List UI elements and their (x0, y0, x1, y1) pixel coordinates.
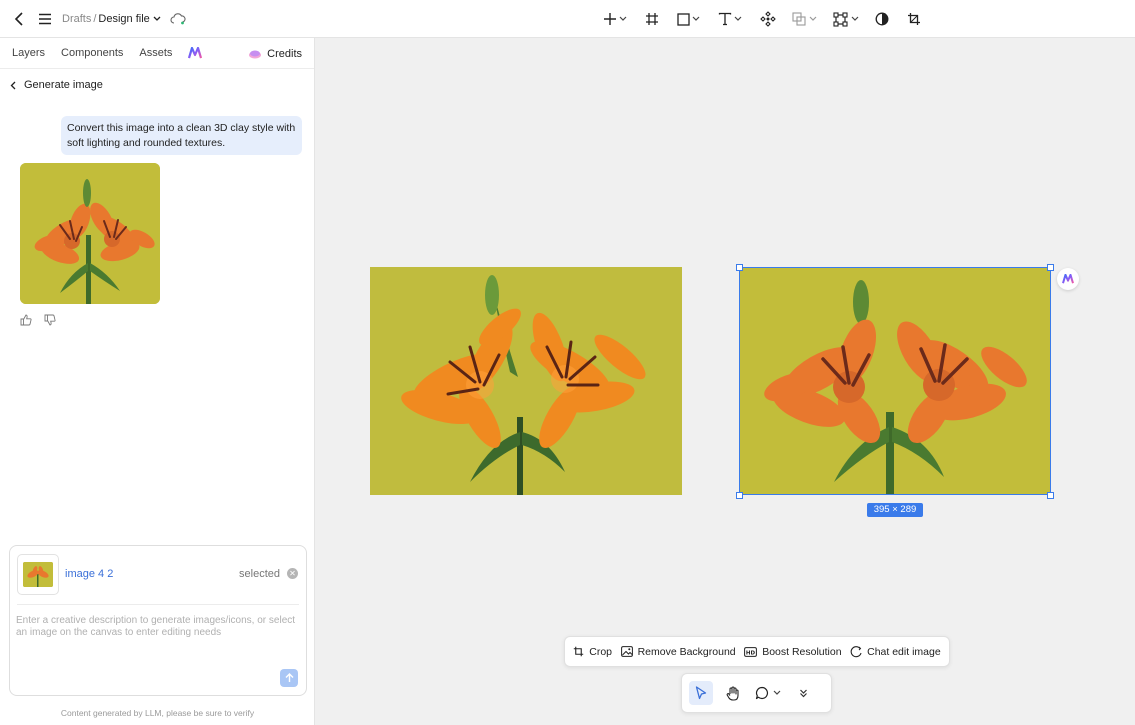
hd-icon: HD (744, 646, 758, 657)
ai-logo-icon (188, 46, 203, 59)
top-bar-left: Drafts / Design file (10, 0, 187, 38)
crop-button[interactable]: Crop (573, 646, 612, 658)
selected-status-label: selected (239, 568, 280, 580)
tab-components[interactable]: Components (61, 47, 123, 59)
chevron-down-icon (773, 690, 781, 695)
crop-icon (908, 13, 920, 25)
composer-divider (17, 604, 299, 605)
more-tools-button[interactable] (791, 681, 815, 705)
chat-edit-icon (850, 645, 862, 657)
mask-tool[interactable] (830, 7, 862, 31)
chevron-down-icon (153, 16, 161, 21)
boolean-tool[interactable] (789, 7, 820, 31)
crop-icon (574, 646, 584, 657)
add-tool[interactable] (600, 7, 630, 31)
mask-icon (833, 11, 848, 27)
thumbs-up-icon[interactable] (20, 314, 32, 326)
ai-edit-button[interactable] (1057, 268, 1079, 290)
menu-icon[interactable] (36, 10, 54, 28)
resize-handle-top-right[interactable] (1047, 264, 1054, 271)
bottom-toolbar (681, 673, 832, 713)
generate-image-title: Generate image (24, 79, 103, 91)
image-action-bar: Crop Remove Background HD Boost Resoluti… (564, 636, 950, 667)
canvas-image-clay[interactable] (739, 267, 1051, 495)
prompt-input[interactable] (16, 615, 302, 663)
chevron-down-icon (851, 16, 859, 21)
double-chevron-down-icon (799, 689, 807, 698)
send-button[interactable] (280, 669, 298, 687)
selected-image-thumbnail (17, 554, 59, 595)
hand-tool-button[interactable] (721, 681, 745, 705)
lily-mini-image (23, 562, 53, 587)
component-tool[interactable] (757, 7, 779, 31)
tab-assets[interactable]: Assets (139, 47, 172, 59)
chevron-down-icon (619, 16, 627, 21)
resize-handle-bottom-right[interactable] (1047, 492, 1054, 499)
file-name-label: Design file (98, 13, 150, 25)
lily-clay-image (20, 163, 160, 304)
ai-logo-icon (1062, 274, 1074, 284)
tab-layers[interactable]: Layers (12, 47, 45, 59)
move-tool-button[interactable] (689, 681, 713, 705)
text-tool[interactable] (715, 7, 745, 31)
lily-clay-canvas-image (739, 267, 1051, 495)
crop-label: Crop (589, 645, 613, 658)
llm-disclaimer-footer: Content generated by LLM, please be sure… (60, 708, 255, 718)
arrow-up-icon (285, 673, 293, 682)
rectangle-tool[interactable] (674, 7, 703, 31)
resize-handle-bottom-left[interactable] (736, 492, 743, 499)
back-chevron-icon (10, 81, 16, 89)
chevron-down-icon (734, 16, 742, 21)
credits-button[interactable]: Credits (248, 38, 302, 69)
resize-handle-top-left[interactable] (736, 264, 743, 271)
top-bar: Drafts / Design file (0, 0, 1135, 38)
sidebar-tabs: Layers Components Assets Credits (0, 38, 314, 69)
canvas-image-original[interactable] (370, 267, 682, 495)
text-icon (718, 12, 732, 26)
remove-background-button[interactable]: Remove Background (620, 645, 736, 658)
crop-tool[interactable] (904, 7, 924, 31)
cloud-sync-icon (169, 10, 187, 28)
feedback-row (20, 314, 56, 326)
boolean-icon (792, 11, 806, 26)
chevron-down-icon (809, 16, 817, 21)
prompt-composer: image 4 2 selected ✕ (9, 545, 307, 696)
frame-icon (646, 13, 658, 25)
frame-tool[interactable] (642, 7, 662, 31)
rectangle-icon (677, 12, 690, 26)
comment-tool-button[interactable] (753, 681, 783, 705)
hand-icon (726, 685, 739, 701)
chat-edit-image-button[interactable]: Chat edit image (850, 646, 941, 658)
image-icon (620, 646, 633, 657)
design-toolbar (600, 0, 924, 38)
selected-layer-name[interactable]: image 4 2 (65, 568, 113, 580)
remove-background-label: Remove Background (637, 645, 736, 658)
clear-selection-icon[interactable]: ✕ (287, 568, 298, 579)
chevron-down-icon (692, 16, 700, 21)
svg-text:HD: HD (746, 650, 756, 656)
chat-edit-image-label: Chat edit image (867, 645, 941, 658)
comment-icon (755, 686, 768, 700)
tab-ai[interactable] (188, 46, 203, 59)
lily-photo-image (370, 267, 682, 495)
selection-size-badge: 395 × 289 (867, 503, 923, 517)
credits-label: Credits (267, 47, 302, 60)
contrast-icon (875, 12, 889, 26)
contrast-tool[interactable] (872, 7, 892, 31)
thumbs-down-icon[interactable] (44, 314, 56, 326)
pointer-icon (695, 686, 707, 700)
back-chevron-icon[interactable] (10, 10, 28, 28)
component-icon (760, 11, 776, 27)
credits-gem-icon (249, 50, 262, 58)
generated-image-thumbnail[interactable] (20, 163, 160, 304)
breadcrumb-separator: / (93, 13, 97, 25)
add-icon (604, 13, 616, 25)
boost-resolution-button[interactable]: HD Boost Resolution (744, 645, 842, 658)
file-name-dropdown[interactable]: Design file (98, 13, 161, 25)
left-sidebar: Layers Components Assets Credits Generat… (0, 38, 315, 725)
user-message-bubble: Convert this image into a clean 3D clay … (61, 116, 302, 155)
boost-resolution-label: Boost Resolution (762, 645, 842, 658)
breadcrumb-drafts[interactable]: Drafts (62, 13, 91, 25)
generate-image-header[interactable]: Generate image (0, 69, 314, 101)
